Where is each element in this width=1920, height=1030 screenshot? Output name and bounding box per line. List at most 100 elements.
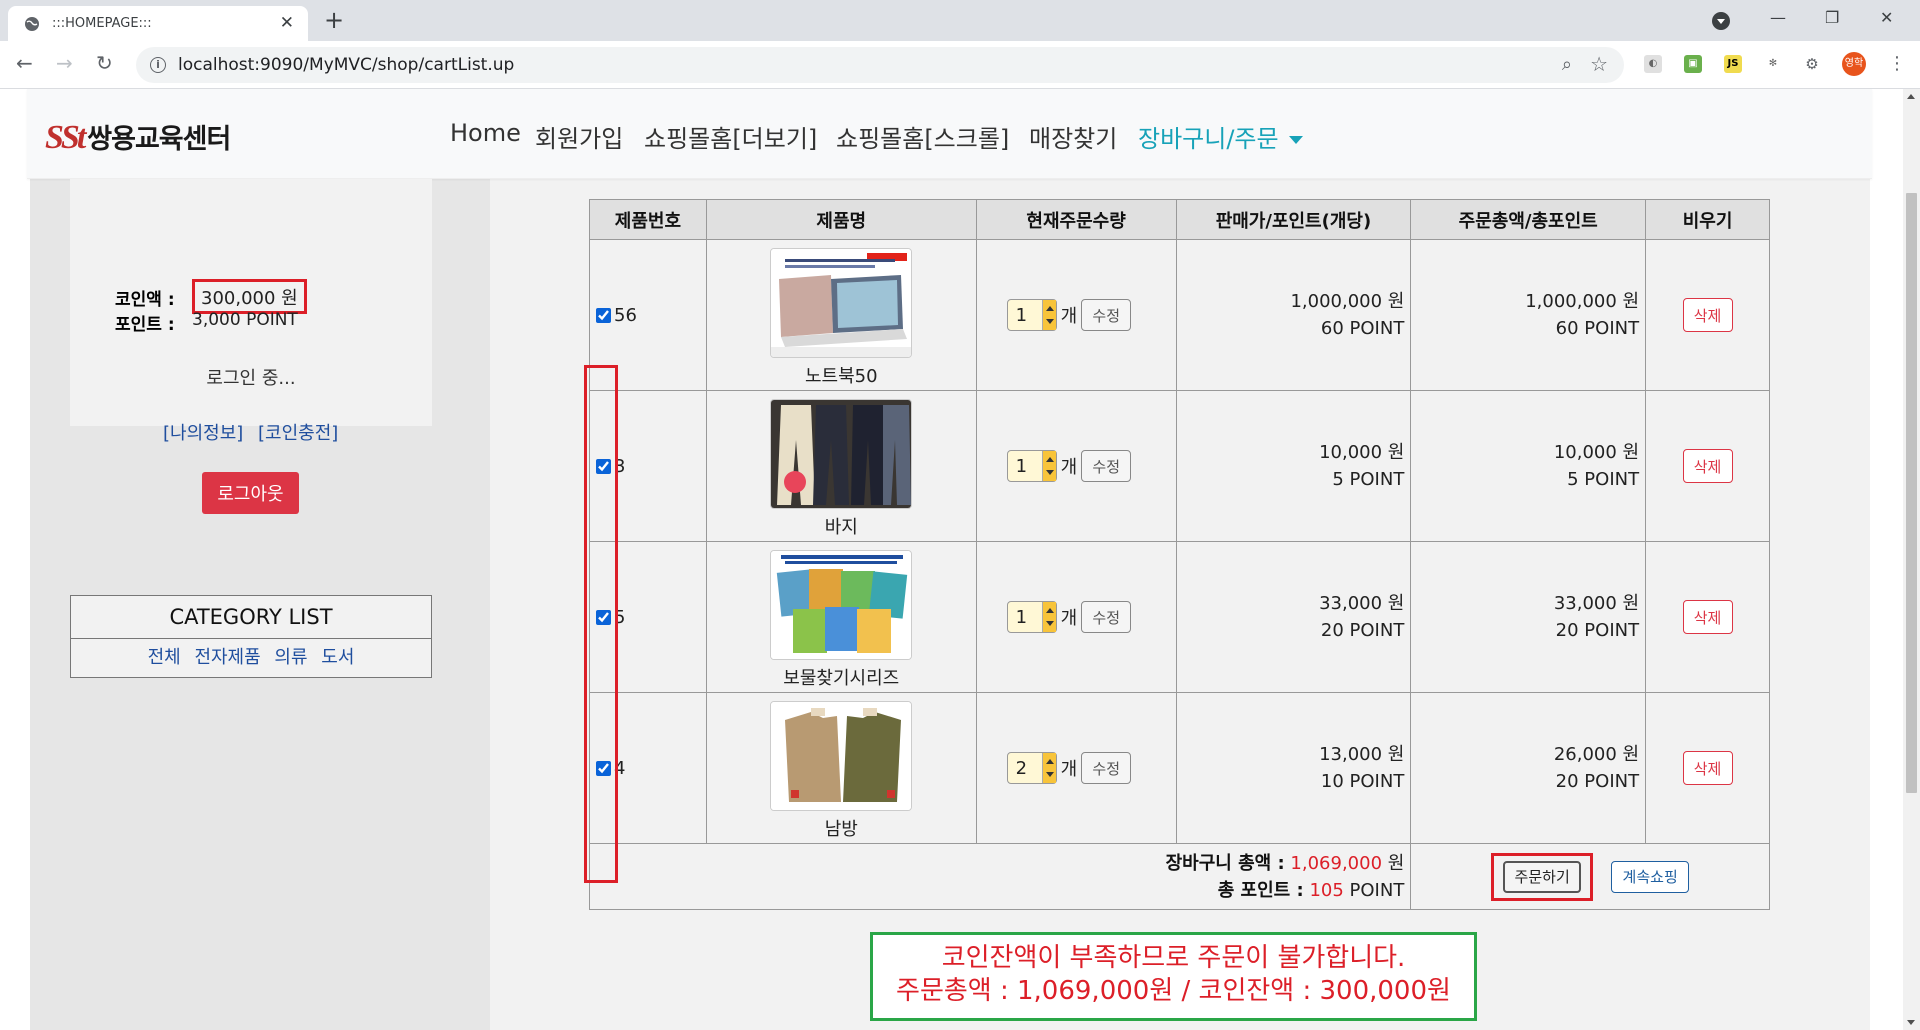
site-info-icon[interactable]: i	[150, 57, 166, 73]
quantity-stepper[interactable]: 2	[1006, 752, 1057, 784]
nav-signup[interactable]: 회원가입	[535, 119, 623, 154]
coin-value: 300,000 원	[192, 279, 307, 314]
nav-home[interactable]: Home	[450, 119, 521, 147]
quantity-value: 1	[1015, 607, 1028, 628]
extensions-puzzle-icon[interactable]: ⚙	[1803, 55, 1821, 73]
reload-icon[interactable]: ↻	[96, 51, 113, 75]
quantity-stepper[interactable]: 1	[1006, 299, 1057, 331]
close-tab-icon[interactable]: ✕	[280, 13, 294, 33]
category-clothing-link[interactable]: 의류	[274, 647, 307, 668]
url-text[interactable]: localhost:9090/MyMVC/shop/cartList.up	[178, 55, 514, 75]
js-extension-icon[interactable]: JS	[1724, 55, 1742, 73]
delete-button[interactable]: 삭제	[1682, 751, 1733, 785]
unit-point: 5 POINT	[1332, 469, 1405, 490]
nav-store-finder[interactable]: 매장찾기	[1029, 119, 1117, 154]
point-label: 포인트 :	[115, 315, 175, 335]
scroll-thumb[interactable]	[1906, 193, 1917, 793]
cart-point-unit: POINT	[1349, 879, 1405, 901]
quantity-value: 2	[1015, 758, 1028, 779]
nav-shop-more[interactable]: 쇼핑몰홈[더보기]	[644, 119, 817, 154]
product-name[interactable]: 남방	[707, 815, 976, 841]
product-name[interactable]: 보물찾기시리즈	[707, 664, 976, 690]
menu-kebab-icon[interactable]: ⋮	[1888, 53, 1906, 74]
product-name[interactable]: 노트북50	[707, 362, 976, 388]
extension-icon[interactable]: ◐	[1644, 55, 1662, 73]
cart-sum-value: 1,069,000	[1290, 852, 1383, 874]
extension-icon[interactable]: ▣	[1684, 55, 1702, 73]
product-image-laptop[interactable]	[770, 248, 913, 358]
scroll-up-icon[interactable]	[1907, 94, 1915, 99]
new-tab-icon[interactable]: +	[324, 6, 344, 34]
product-image-books[interactable]	[770, 550, 913, 660]
delete-button[interactable]: 삭제	[1682, 449, 1733, 483]
cart-point-line: 총 포인트 : 105 POINT	[590, 877, 1405, 904]
cart-footer-row: 장바구니 총액 : 1,069,000 원 총 포인트 : 105 POINT …	[588, 843, 1770, 910]
category-all-link[interactable]: 전체	[148, 647, 181, 668]
globe-icon	[25, 17, 39, 31]
spinner-arrows-icon[interactable]	[1041, 602, 1056, 632]
edit-qty-button[interactable]: 수정	[1081, 299, 1132, 331]
category-electronics-link[interactable]: 전자제품	[194, 647, 260, 668]
edit-qty-button[interactable]: 수정	[1081, 601, 1132, 633]
browser-tab[interactable]: :::HOMEPAGE::: ✕	[8, 6, 308, 41]
close-window-icon[interactable]: ✕	[1880, 8, 1893, 28]
site-logo[interactable]: SSt 쌍용교육센터	[45, 117, 231, 157]
delete-button[interactable]: 삭제	[1682, 298, 1733, 332]
category-books-link[interactable]: 도서	[321, 647, 354, 668]
quantity-value: 1	[1015, 456, 1028, 477]
cart-sum-line: 장바구니 총액 : 1,069,000 원	[590, 850, 1405, 877]
delete-button[interactable]: 삭제	[1682, 600, 1733, 634]
unit-price: 33,000 원	[1319, 593, 1405, 614]
header-product-no: 제품번호	[589, 199, 707, 240]
tab-search-icon[interactable]	[1712, 12, 1730, 30]
quantity-stepper[interactable]: 1	[1006, 601, 1057, 633]
bookmark-star-icon[interactable]: ☆	[1590, 52, 1608, 76]
forward-icon[interactable]: →	[56, 51, 73, 75]
edit-qty-button[interactable]: 수정	[1081, 752, 1132, 784]
restore-icon[interactable]: ❐	[1825, 8, 1839, 28]
omnibox[interactable]: i localhost:9090/MyMVC/shop/cartList.up …	[136, 47, 1624, 83]
total-price: 26,000 원	[1553, 744, 1640, 765]
total-point: 20 POINT	[1555, 771, 1640, 792]
scroll-down-icon[interactable]	[1907, 1020, 1915, 1025]
vertical-scrollbar[interactable]	[1903, 89, 1920, 1030]
logout-button[interactable]: 로그아웃	[202, 472, 299, 514]
product-image-pants[interactable]	[770, 399, 913, 509]
category-title: CATEGORY LIST	[71, 596, 431, 639]
quantity-value: 1	[1015, 305, 1028, 326]
continue-shopping-button[interactable]: 계속쇼핑	[1611, 860, 1690, 893]
logo-text: 쌍용교육센터	[87, 124, 231, 155]
minimize-icon[interactable]: —	[1770, 8, 1786, 28]
coin-charge-link[interactable]: [코인충전]	[258, 419, 338, 445]
my-info-link[interactable]: [나의정보]	[163, 419, 243, 445]
nav-shop-scroll[interactable]: 쇼핑몰홈[스크롤]	[836, 119, 1009, 154]
product-image-shirts[interactable]	[770, 701, 913, 811]
unit-label: 개	[1060, 759, 1078, 780]
cart-row: 56 노트북50 1 개 수정 1,000,000 원 60 POINT 1,0…	[589, 239, 1770, 391]
total-point: 20 POINT	[1555, 620, 1640, 641]
order-button[interactable]: 주문하기	[1503, 860, 1582, 893]
tab-title: :::HOMEPAGE:::	[52, 16, 152, 31]
spinner-arrows-icon[interactable]	[1041, 753, 1056, 783]
spinner-arrows-icon[interactable]	[1041, 300, 1056, 330]
cart-table: 제품번호 제품명 현재주문수량 판매가/포인트(개당) 주문총액/총포인트 비우…	[588, 199, 1770, 910]
cart-sum-label: 장바구니 총액 :	[1165, 852, 1285, 874]
quantity-stepper[interactable]: 1	[1006, 450, 1057, 482]
nav-cart-order-label: 장바구니/주문	[1138, 125, 1279, 153]
bug-extension-icon[interactable]: ✻	[1764, 55, 1782, 73]
login-info-box: 코인액 : 300,000 원 포인트 : 3,000 POINT 로그인 중.…	[70, 179, 432, 514]
product-no: 56	[614, 304, 637, 326]
profile-avatar[interactable]: 영학	[1842, 52, 1866, 76]
back-icon[interactable]: ←	[16, 51, 33, 75]
nav-cart-order-dropdown[interactable]: 장바구니/주문	[1138, 119, 1303, 154]
cart-sum-unit: 원	[1387, 852, 1405, 874]
row-checkbox[interactable]	[596, 307, 611, 323]
header-total-point: 주문총액/총포인트	[1410, 199, 1647, 240]
unit-price: 13,000 원	[1319, 744, 1405, 765]
unit-label: 개	[1060, 457, 1078, 478]
product-name[interactable]: 바지	[707, 513, 976, 539]
zoom-icon[interactable]: ⌕	[1562, 54, 1572, 75]
spinner-arrows-icon[interactable]	[1041, 451, 1056, 481]
cart-point-label: 총 포인트 :	[1217, 879, 1304, 901]
edit-qty-button[interactable]: 수정	[1081, 450, 1132, 482]
